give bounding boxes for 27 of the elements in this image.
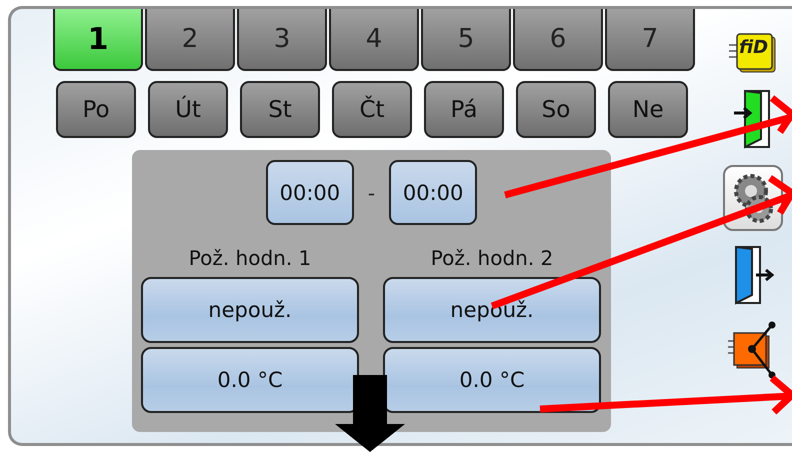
- weekday-button[interactable]: Čt: [332, 81, 412, 138]
- program-tab[interactable]: 4: [329, 9, 419, 71]
- weekday-button[interactable]: Út: [148, 81, 228, 138]
- program-tab[interactable]: 2: [145, 9, 235, 71]
- setpoint-label: Pož. hodn. 1: [188, 245, 312, 272]
- gears-icon: [731, 171, 775, 225]
- setpoint-mode-field[interactable]: nepouž.: [141, 277, 359, 343]
- program-tab[interactable]: 7: [605, 9, 695, 71]
- program-tab[interactable]: 1: [53, 9, 143, 71]
- weekday-button[interactable]: Po: [56, 81, 136, 138]
- setpoint-value-field[interactable]: 0.0 °C: [383, 347, 601, 413]
- door-enter-icon[interactable]: [733, 89, 773, 151]
- program-tab[interactable]: 6: [513, 9, 603, 71]
- network-nodes-icon[interactable]: [728, 321, 778, 381]
- setpoint-mode-field[interactable]: nepouž.: [383, 277, 601, 343]
- weekday-button[interactable]: St: [240, 81, 320, 138]
- end-time-field[interactable]: 00:00: [389, 160, 478, 225]
- weekday-button[interactable]: So: [516, 81, 596, 138]
- program-tab[interactable]: 5: [421, 9, 511, 71]
- weekday-button[interactable]: Ne: [608, 81, 688, 138]
- time-separator: -: [368, 180, 376, 204]
- setpoint-label: Pož. hodn. 2: [430, 245, 554, 272]
- setpoint-value-field[interactable]: 0.0 °C: [141, 347, 359, 413]
- door-exit-icon[interactable]: [732, 245, 774, 307]
- weekday-button[interactable]: Pá: [424, 81, 504, 138]
- program-tab[interactable]: 3: [237, 9, 327, 71]
- start-time-field[interactable]: 00:00: [266, 160, 354, 225]
